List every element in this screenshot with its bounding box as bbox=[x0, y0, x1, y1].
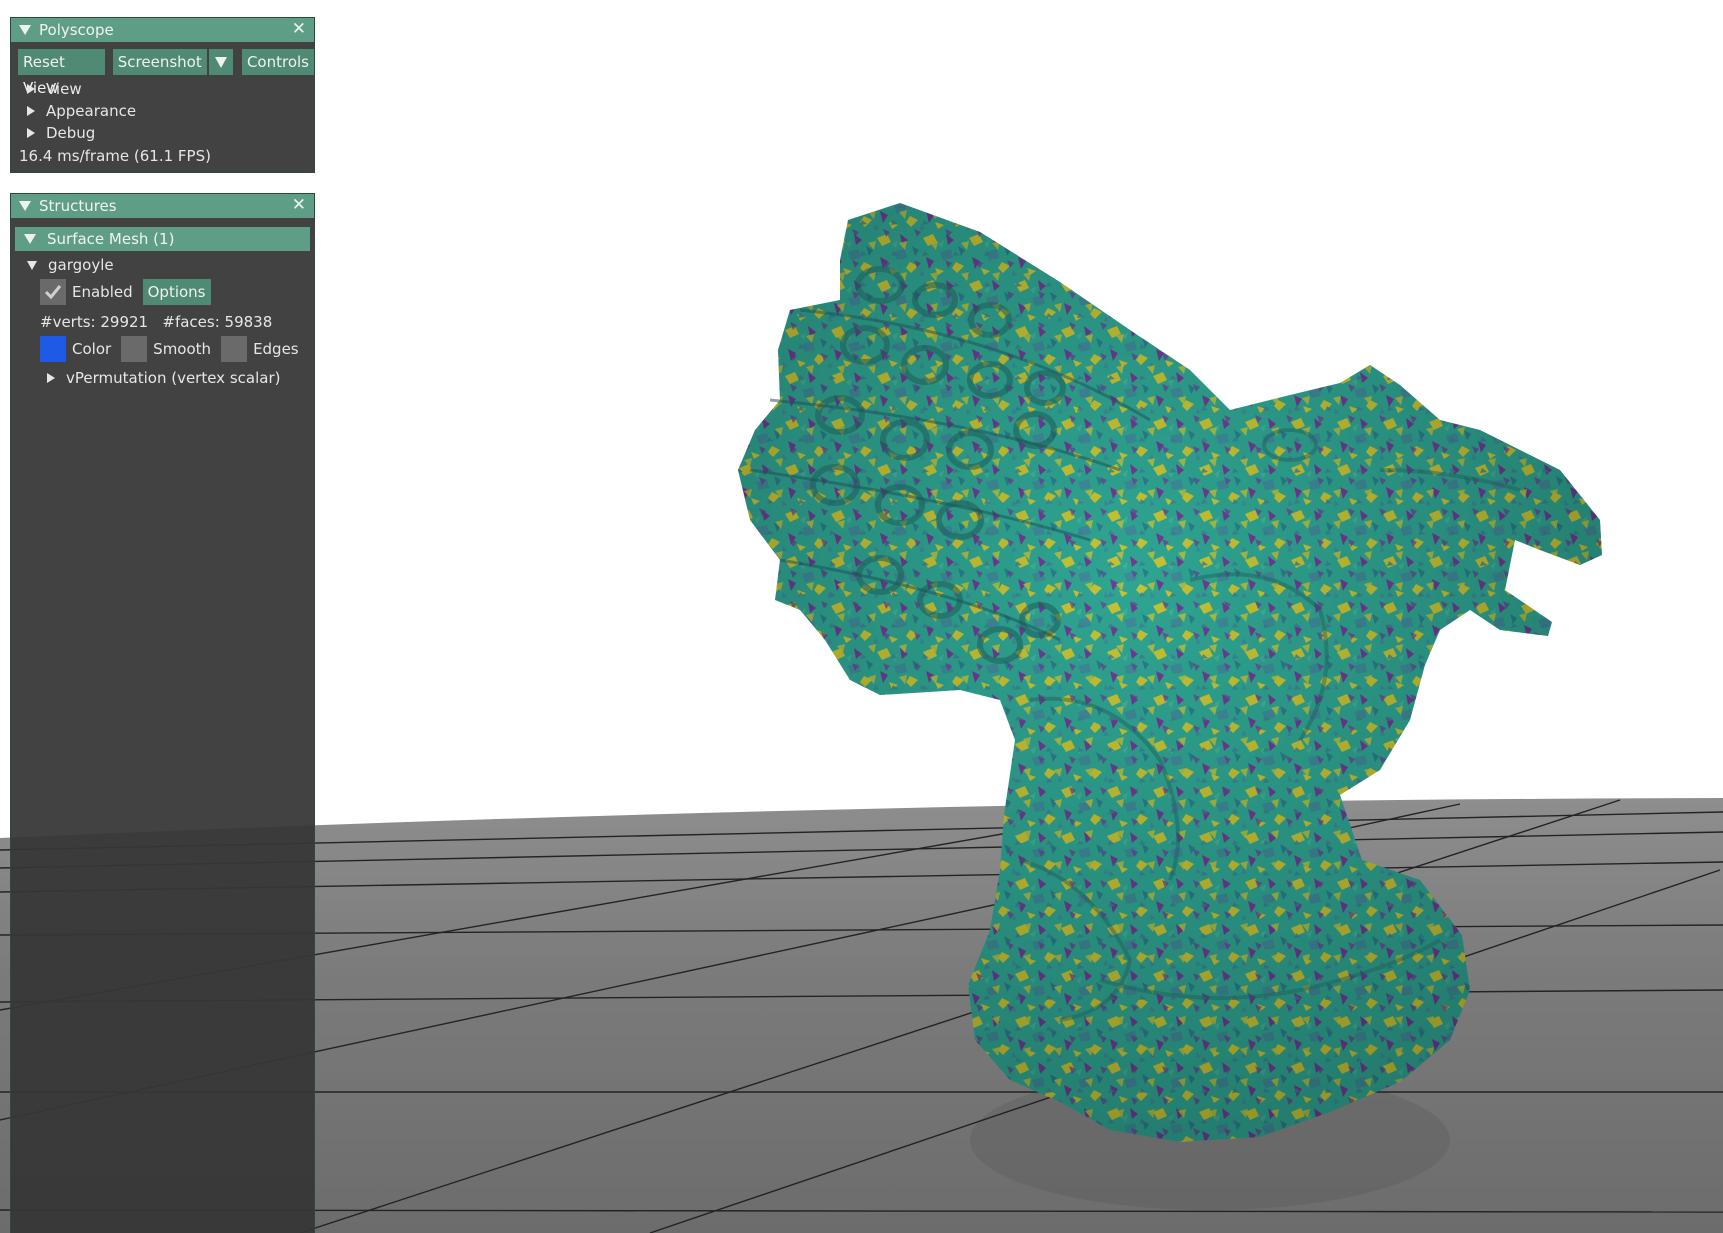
tree-item-label: View bbox=[46, 80, 82, 98]
screenshot-button[interactable]: Screenshot bbox=[112, 49, 207, 75]
close-icon[interactable]: ✕ bbox=[292, 19, 306, 39]
tree-item-gargoyle[interactable]: gargoyle bbox=[27, 254, 314, 276]
mesh-counts: #verts: 29921 #faces: 59838 bbox=[40, 311, 314, 333]
polyscope-titlebar[interactable]: Polyscope ✕ bbox=[11, 18, 314, 42]
mesh-enable-row: Enabled Options bbox=[40, 279, 314, 305]
mesh-appearance-row: Color Smooth Edges bbox=[40, 336, 314, 362]
polyscope-toolbar: Reset View Screenshot Controls bbox=[18, 49, 314, 97]
tree-item-debug[interactable]: Debug bbox=[27, 122, 314, 144]
enabled-label: Enabled bbox=[72, 283, 133, 301]
surface-mesh-header[interactable]: Surface Mesh (1) bbox=[15, 227, 310, 251]
triangle-down-icon bbox=[24, 234, 36, 244]
tree-item-vpermutation[interactable]: vPermutation (vertex scalar) bbox=[47, 367, 314, 389]
triangle-right-icon bbox=[27, 84, 35, 94]
triangle-down-icon bbox=[214, 56, 227, 68]
triangle-right-icon bbox=[27, 106, 35, 116]
fps-readout: 16.4 ms/frame (61.1 FPS) bbox=[19, 147, 211, 165]
quantity-label: vPermutation (vertex scalar) bbox=[66, 369, 281, 387]
structures-panel: Structures ✕ Surface Mesh (1) gargoyle E… bbox=[10, 193, 315, 1233]
screenshot-options-button[interactable] bbox=[208, 49, 233, 75]
reset-view-button[interactable]: Reset View bbox=[18, 49, 105, 97]
triangle-down-icon[interactable] bbox=[19, 25, 31, 35]
triangle-right-icon bbox=[27, 128, 35, 138]
triangle-down-icon bbox=[27, 260, 37, 270]
tree-item-appearance[interactable]: Appearance bbox=[27, 100, 314, 122]
triangle-down-icon[interactable] bbox=[19, 201, 31, 211]
edges-checkbox[interactable] bbox=[221, 336, 248, 362]
edges-label: Edges bbox=[253, 340, 299, 358]
close-icon[interactable]: ✕ bbox=[292, 195, 306, 215]
polyscope-title: Polyscope bbox=[39, 21, 114, 39]
structures-title: Structures bbox=[39, 197, 117, 215]
tree-item-view[interactable]: View bbox=[27, 78, 314, 100]
options-button[interactable]: Options bbox=[142, 279, 211, 305]
verts-count: #verts: 29921 bbox=[40, 313, 149, 331]
structures-titlebar[interactable]: Structures ✕ bbox=[11, 194, 314, 218]
triangle-right-icon bbox=[47, 373, 55, 383]
surface-mesh-header-label: Surface Mesh (1) bbox=[47, 230, 175, 248]
check-icon bbox=[44, 285, 62, 300]
smooth-label: Smooth bbox=[153, 340, 212, 358]
mesh-color-swatch[interactable] bbox=[40, 336, 66, 362]
controls-button[interactable]: Controls bbox=[241, 49, 314, 75]
tree-item-label: Debug bbox=[46, 124, 96, 142]
polyscope-panel: Polyscope ✕ Reset View Screenshot Contro… bbox=[10, 17, 315, 173]
color-label: Color bbox=[72, 340, 112, 358]
tree-item-label: Appearance bbox=[46, 102, 137, 120]
mesh-name: gargoyle bbox=[48, 256, 114, 274]
smooth-checkbox[interactable] bbox=[121, 336, 148, 362]
faces-count: #faces: 59838 bbox=[162, 313, 273, 331]
enabled-checkbox[interactable] bbox=[40, 279, 66, 305]
